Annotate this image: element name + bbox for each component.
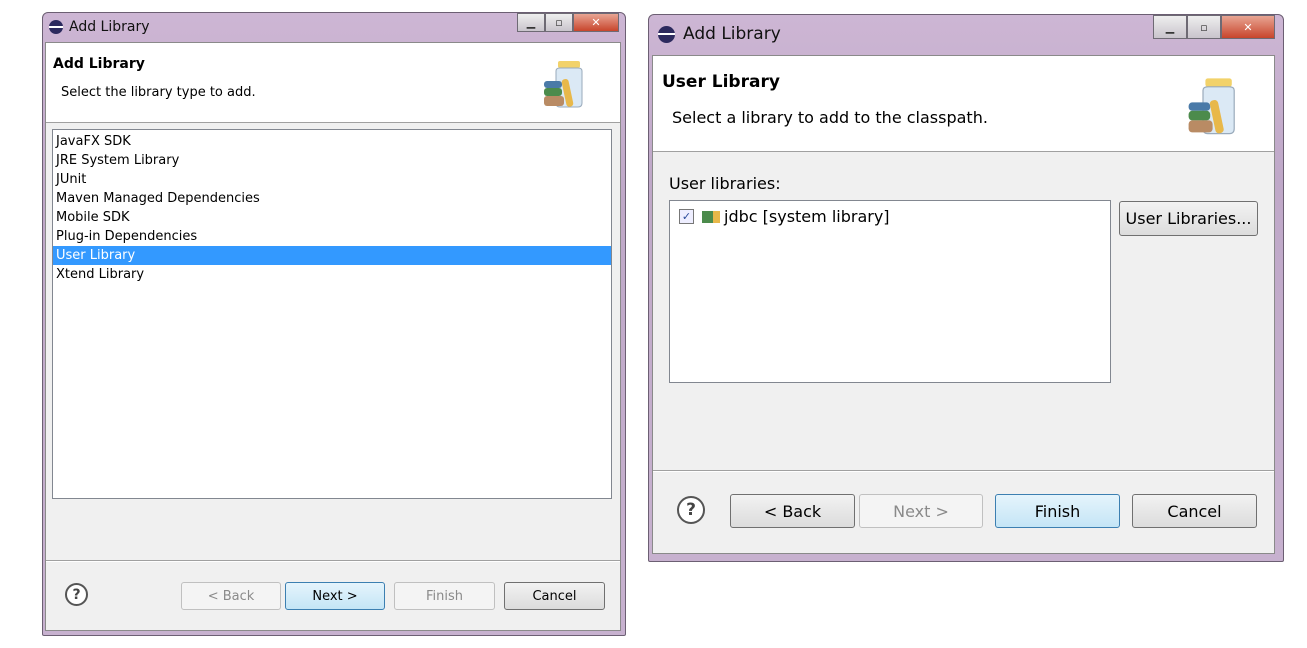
window-title: Add Library <box>69 19 150 35</box>
next-button[interactable]: Next > <box>285 582 385 610</box>
library-type-list[interactable]: JavaFX SDK JRE System Library JUnit Maven M… <box>52 129 612 499</box>
help-icon[interactable]: ? <box>65 583 88 606</box>
user-libraries-list[interactable]: ✓ jdbc [system library] <box>669 200 1111 383</box>
close-button[interactable]: ✕ <box>573 13 619 32</box>
header-title: Add Library <box>53 56 145 72</box>
header-title: User Library <box>662 72 780 92</box>
list-item[interactable]: JRE System Library <box>53 151 611 170</box>
user-libraries-button[interactable]: User Libraries... <box>1119 201 1258 236</box>
list-item[interactable]: Plug-in Dependencies <box>53 227 611 246</box>
library-label: jdbc [system library] <box>724 207 890 226</box>
user-libraries-label: User libraries: <box>669 174 781 193</box>
finish-button[interactable]: Finish <box>995 494 1120 528</box>
cancel-button[interactable]: Cancel <box>504 582 605 610</box>
header-subtitle: Select the library type to add. <box>61 85 256 100</box>
close-button[interactable]: ✕ <box>1221 15 1275 39</box>
list-item[interactable]: JUnit <box>53 170 611 189</box>
eclipse-icon <box>658 25 675 43</box>
cancel-button[interactable]: Cancel <box>1132 494 1257 528</box>
eclipse-icon <box>49 20 63 34</box>
dialog-body: User Library Select a library to add to … <box>652 55 1275 554</box>
back-button[interactable]: < Back <box>730 494 855 528</box>
list-item[interactable]: JavaFX SDK <box>53 132 611 151</box>
next-button[interactable]: Next > <box>859 494 983 528</box>
library-icon <box>702 210 720 223</box>
maximize-button[interactable]: ▫ <box>1187 15 1221 39</box>
dialog-header: User Library Select a library to add to … <box>653 56 1274 152</box>
list-item[interactable]: Mobile SDK <box>53 208 611 227</box>
list-item[interactable]: Xtend Library <box>53 265 611 284</box>
checkbox[interactable]: ✓ <box>679 209 694 224</box>
list-item[interactable]: Maven Managed Dependencies <box>53 189 611 208</box>
minimize-button[interactable]: ▁ <box>1153 15 1187 39</box>
header-subtitle: Select a library to add to the classpath… <box>672 108 988 127</box>
add-library-window-left: Add Library ▁ ▫ ✕ Add Library Select the… <box>42 12 626 636</box>
dialog-header: Add Library Select the library type to a… <box>46 43 620 123</box>
library-jar-icon <box>544 61 583 108</box>
add-library-window-right: Add Library ▁ ▫ ✕ User Library Select a … <box>648 14 1284 562</box>
maximize-button[interactable]: ▫ <box>545 13 573 32</box>
minimize-button[interactable]: ▁ <box>517 13 545 32</box>
dialog-body: Add Library Select the library type to a… <box>45 42 621 631</box>
finish-button[interactable]: Finish <box>394 582 495 610</box>
window-title: Add Library <box>683 24 781 44</box>
library-jar-icon <box>1188 78 1235 135</box>
back-button[interactable]: < Back <box>181 582 281 610</box>
help-icon[interactable]: ? <box>677 496 705 524</box>
list-item[interactable]: User Library <box>53 246 611 265</box>
list-item[interactable]: ✓ jdbc [system library] <box>679 207 1110 226</box>
